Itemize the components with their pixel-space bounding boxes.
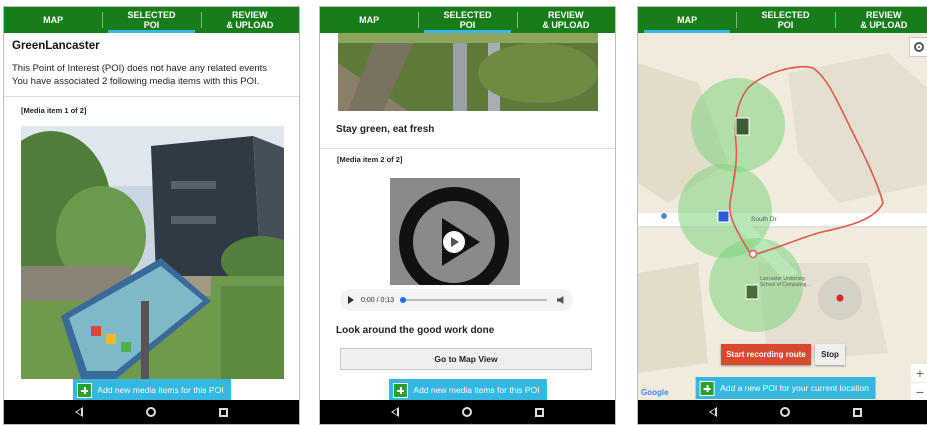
home-circle-icon[interactable] (461, 407, 472, 417)
divider (4, 96, 299, 97)
android-nav-bar (638, 400, 927, 424)
google-logo: Google (641, 388, 669, 397)
home-circle-icon[interactable] (145, 407, 156, 417)
media-photo[interactable] (21, 126, 284, 379)
back-triangle-icon[interactable] (709, 407, 718, 417)
street-label: South Dr (751, 216, 777, 223)
tab-selected-poi[interactable]: SELECTED POI (102, 7, 200, 33)
zoom-out-button[interactable]: − (911, 383, 927, 400)
tab-map[interactable]: MAP (4, 7, 102, 33)
tab-review-upload[interactable]: REVIEW & UPLOAD (200, 7, 299, 33)
plus-icon (699, 380, 715, 396)
back-triangle-icon[interactable] (75, 407, 84, 417)
add-poi-label: Add a new POI for your current location (720, 383, 869, 393)
add-poi-button[interactable]: Add a new POI for your current location (695, 377, 876, 399)
recent-square-icon[interactable] (218, 407, 228, 417)
tab-selected-poi[interactable]: SELECTED POI (736, 7, 834, 33)
tab-bar: MAP SELECTED POI REVIEW & UPLOAD (4, 7, 299, 33)
home-circle-icon[interactable] (779, 407, 790, 417)
media-item-label: [Media item 2 of 2] (337, 155, 403, 164)
divider (320, 148, 615, 149)
volume-icon[interactable] (557, 296, 564, 304)
panel-map: MAP SELECTED POI REVIEW & UPLOAD South D… (637, 6, 927, 425)
plus-icon (76, 382, 92, 398)
recent-square-icon[interactable] (534, 407, 544, 417)
my-location-icon (914, 42, 924, 52)
panel-selected-poi-1: MAP SELECTED POI REVIEW & UPLOAD GreenLanc… (3, 6, 300, 425)
back-triangle-icon[interactable] (391, 407, 400, 417)
audio-progress-knob[interactable] (400, 297, 407, 303)
tab-map[interactable]: MAP (320, 7, 418, 33)
stop-button[interactable]: Stop (815, 344, 845, 365)
audio-progress-track[interactable] (400, 297, 547, 303)
media-caption-2: Look around the good work done (336, 325, 495, 336)
tab-selected-poi[interactable]: SELECTED POI (418, 7, 516, 33)
android-nav-bar (320, 400, 615, 424)
poi-media-count-text: You have associated 2 following media it… (12, 76, 260, 87)
plus-icon (392, 382, 408, 398)
tab-map[interactable]: MAP (638, 7, 736, 33)
media-item-label: [Media item 1 of 2] (21, 106, 87, 115)
media-caption-1: Stay green, eat fresh (336, 124, 435, 135)
tab-review-upload[interactable]: REVIEW & UPLOAD (516, 7, 615, 33)
add-media-button[interactable]: Add new media items for this POI (72, 379, 231, 401)
audio-time: 0:00 / 0:13 (361, 296, 395, 304)
go-to-map-button[interactable]: Go to Map View (340, 348, 592, 370)
add-media-label: Add new media items for this POI (97, 385, 224, 395)
play-icon[interactable] (443, 231, 465, 253)
tab-review-upload[interactable]: REVIEW & UPLOAD (834, 7, 927, 33)
add-media-label: Add new media items for this POI (413, 385, 540, 395)
audio-player[interactable]: 0:00 / 0:13 (340, 289, 573, 311)
zoom-in-button[interactable]: + (911, 364, 927, 382)
android-nav-bar (4, 400, 299, 424)
panel-selected-poi-2: MAP SELECTED POI REVIEW & UPLOAD Stay gree… (319, 6, 616, 425)
play-icon[interactable] (348, 296, 354, 304)
recent-square-icon[interactable] (852, 407, 862, 417)
my-location-button[interactable] (909, 37, 927, 57)
add-media-button[interactable]: Add new media items for this POI (388, 379, 547, 401)
tab-bar: MAP SELECTED POI REVIEW & UPLOAD (638, 7, 927, 33)
poi-events-text: This Point of Interest (POI) does not ha… (12, 63, 268, 74)
tab-bar: MAP SELECTED POI REVIEW & UPLOAD (320, 7, 615, 33)
media-video[interactable] (390, 178, 520, 285)
poi-title: GreenLancaster (12, 40, 100, 52)
media-photo-grass[interactable] (338, 33, 598, 111)
poi-map-label: Lancaster University School of Computing… (760, 276, 811, 288)
start-recording-route-button[interactable]: Start recording route (721, 344, 811, 365)
